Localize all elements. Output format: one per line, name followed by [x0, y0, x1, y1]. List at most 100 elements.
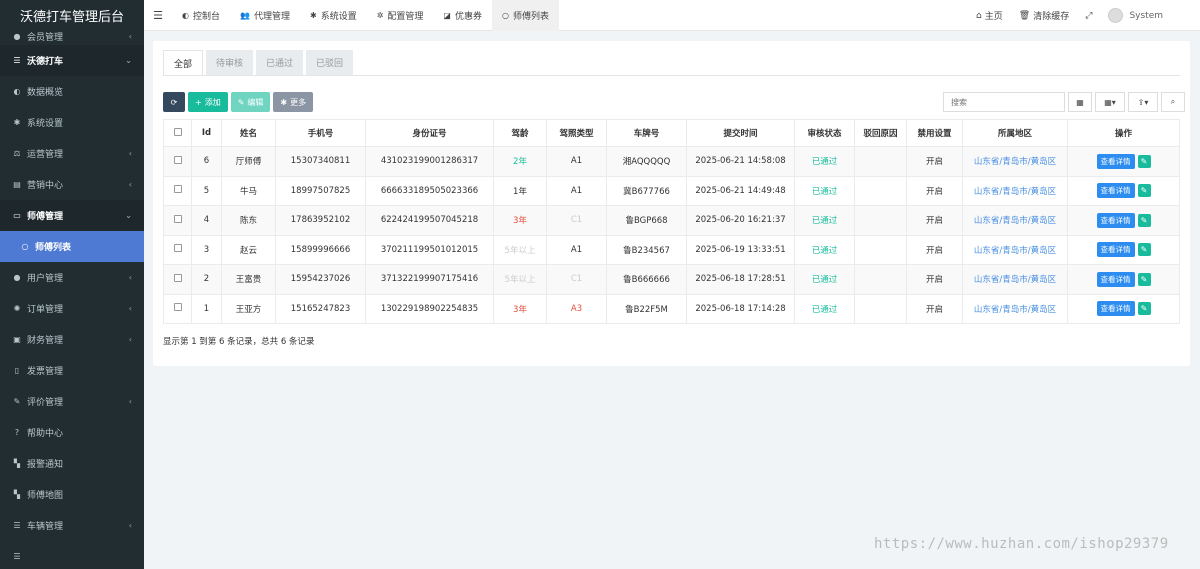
sidebar-item[interactable]: ✎ 评价管理 ‹: [0, 386, 144, 417]
home-link[interactable]: ⌂ 主页: [968, 9, 1011, 23]
column-header[interactable]: [163, 119, 192, 147]
region-link[interactable]: 山东省/青岛市/黄岛区: [974, 187, 1056, 197]
sidebar-item[interactable]: ▣ 财务管理 ‹: [0, 324, 144, 355]
chevron-icon: ‹: [128, 521, 132, 530]
id-card-number: 431023199001286317: [380, 156, 479, 167]
export-icon: ⇪▾: [1137, 97, 1149, 107]
hamburger-icon[interactable]: ☰: [144, 9, 172, 22]
sidebar-item-label: 数据概览: [27, 88, 64, 98]
view-details-button[interactable]: 查看详情: [1096, 271, 1135, 287]
region-link[interactable]: 山东省/青岛市/黄岛区: [974, 305, 1056, 315]
sidebar-item[interactable]: ▚ 报警通知: [0, 448, 144, 479]
sidebar-item[interactable]: ⚖ 运营管理 ‹: [0, 138, 144, 169]
list-icon: ☰: [13, 56, 21, 65]
view-details-button[interactable]: 查看详情: [1096, 242, 1135, 258]
export-button[interactable]: ⇪▾: [1128, 92, 1158, 112]
row-id: 6: [203, 156, 210, 167]
edit-row-button[interactable]: ✎: [1137, 272, 1151, 286]
plate-number: 鲁B22F5M: [625, 304, 668, 315]
edit-button[interactable]: ✎ 编辑: [230, 92, 271, 112]
status-tab[interactable]: 全部: [163, 50, 204, 75]
row-actions: 查看详情 ✎: [1096, 301, 1151, 317]
sidebar-item[interactable]: ▚ 师傅地图: [0, 479, 144, 510]
region-link[interactable]: 山东省/青岛市/黄岛区: [974, 246, 1056, 256]
row-checkbox[interactable]: [173, 214, 182, 223]
clear-cache-link[interactable]: 🗑 清除缓存: [1011, 9, 1077, 23]
table-view-button[interactable]: ▦: [1068, 92, 1092, 112]
list-icon: ☰: [13, 552, 21, 561]
user-menu[interactable]: System: [1100, 8, 1200, 23]
driving-age: 3年: [513, 216, 527, 227]
edit-row-button[interactable]: ✎: [1137, 213, 1151, 227]
column-header: 操作: [1067, 119, 1180, 147]
sidebar-item[interactable]: ▤ 营销中心 ‹: [0, 169, 144, 200]
sidebar-item[interactable]: ◐ 数据概览: [0, 76, 144, 107]
audit-status: 已通过: [811, 245, 838, 256]
status-tab[interactable]: 待审核: [206, 50, 254, 75]
sidebar-item-label: 评价管理: [27, 398, 64, 408]
disable-setting: 开启: [925, 186, 943, 197]
top-tab[interactable]: ◪ 优惠券: [433, 0, 492, 31]
more-button[interactable]: ✱ 更多: [273, 92, 314, 112]
top-tab-label: 代理管理: [253, 11, 290, 22]
select-all-checkbox[interactable]: [173, 127, 182, 136]
avatar: [1108, 8, 1124, 23]
top-tab-label: 师傅列表: [512, 11, 549, 22]
view-details-button[interactable]: 查看详情: [1096, 183, 1135, 199]
sidebar-menu: ● 会员管理 ‹ ☰ 沃德打车 ⌄ ◐ 数据概览 ✱ 系统设置 ⚖ 运营管理 ‹ ▤ 营销中心 ‹ ▭ 师傅管理 ⌄…: [0, 28, 144, 569]
view-details-button[interactable]: 查看详情: [1096, 301, 1135, 317]
sidebar-item[interactable]: ● 用户管理 ‹: [0, 262, 144, 293]
region-link[interactable]: 山东省/青岛市/黄岛区: [974, 275, 1056, 285]
sidebar-item[interactable]: ○ 师傅列表: [0, 231, 144, 262]
row-checkbox[interactable]: [173, 155, 182, 164]
sidebar-item[interactable]: ✱ 系统设置: [0, 107, 144, 138]
sidebar-item[interactable]: ✺ 订单管理 ‹: [0, 293, 144, 324]
gear-icon: ✱: [13, 118, 21, 127]
sidebar-item[interactable]: ? 帮助中心: [0, 417, 144, 448]
top-tab[interactable]: ○ 师傅列表: [492, 0, 559, 31]
view-details-button[interactable]: 查看详情: [1096, 212, 1135, 228]
status-tab[interactable]: 已驳回: [306, 50, 354, 75]
master-table: Id 姓名 手机号 身份证号 驾龄 驾照类型 车牌号 提交时间 审核状态 驳回原因 禁用设置 所属地区…: [163, 119, 1180, 324]
row-checkbox[interactable]: [173, 185, 182, 194]
column-header: 所属地区: [962, 119, 1068, 147]
region-link[interactable]: 山东省/青岛市/黄岛区: [974, 216, 1056, 226]
sidebar-item-label: 师傅地图: [27, 491, 64, 501]
search-input[interactable]: [943, 92, 1065, 112]
view-details-button[interactable]: 查看详情: [1096, 153, 1135, 169]
sidebar-item[interactable]: ● 会员管理 ‹: [0, 28, 144, 45]
plate-number: 鲁B234567: [623, 245, 670, 256]
sidebar-item[interactable]: ▯ 发票管理: [0, 355, 144, 386]
refresh-button[interactable]: ⟳: [163, 92, 185, 112]
sidebar-item[interactable]: ☰ 沃德打车 ⌄: [0, 45, 144, 76]
row-checkbox[interactable]: [173, 244, 182, 253]
edit-row-button[interactable]: ✎: [1137, 184, 1151, 198]
top-tab[interactable]: ✲ 配置管理: [367, 0, 434, 31]
edit-row-button[interactable]: ✎: [1137, 154, 1151, 168]
top-tab-label: 配置管理: [387, 11, 424, 22]
edit-row-button[interactable]: ✎: [1137, 243, 1151, 257]
sidebar-item[interactable]: ☰: [0, 541, 144, 569]
add-button[interactable]: + 添加: [188, 92, 228, 112]
sidebar-item[interactable]: ▭ 师傅管理 ⌄: [0, 200, 144, 231]
top-tab[interactable]: ◐ 控制台: [172, 0, 230, 31]
id-card-number: 666633189505023366: [380, 185, 479, 196]
region-link[interactable]: 山东省/青岛市/黄岛区: [974, 157, 1056, 167]
id-card-icon: ▭: [13, 211, 21, 220]
column-header: 车牌号: [606, 119, 687, 147]
fullscreen-button[interactable]: ⤢: [1077, 11, 1100, 21]
table-row: 3 赵云 15899996666 370211199501012015 5年以上 A1 鲁B…: [163, 234, 1180, 265]
gear-icon: ✱: [280, 97, 288, 107]
row-checkbox[interactable]: [173, 273, 182, 282]
columns-button[interactable]: ▦▾: [1095, 92, 1125, 112]
row-checkbox[interactable]: [173, 303, 182, 312]
app-title: 沃德打车管理后台: [0, 0, 144, 31]
top-tab-label: 控制台: [192, 11, 220, 22]
sidebar: 沃德打车管理后台 ● 会员管理 ‹ ☰ 沃德打车 ⌄ ◐ 数据概览 ✱ 系统设置 ⚖ 运营管理 ‹ ▤ 营销…: [0, 0, 144, 569]
top-tab[interactable]: 👥 代理管理: [230, 0, 300, 31]
status-tab[interactable]: 已通过: [256, 50, 304, 75]
edit-row-button[interactable]: ✎: [1137, 302, 1151, 316]
top-tab[interactable]: ✱ 系统设置: [300, 0, 367, 31]
sidebar-item[interactable]: ☰ 车辆管理 ‹: [0, 510, 144, 541]
advanced-search-button[interactable]: ⌕: [1161, 92, 1185, 112]
